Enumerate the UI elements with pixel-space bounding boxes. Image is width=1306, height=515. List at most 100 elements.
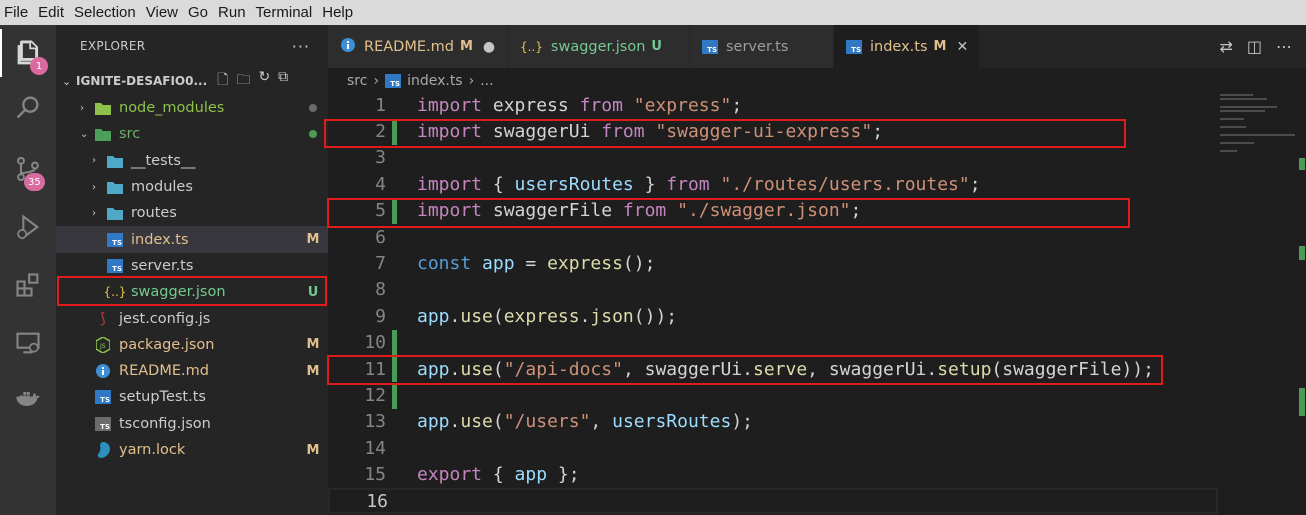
more-actions-icon[interactable]: ⋯	[1276, 37, 1292, 56]
typescript-icon: TS	[846, 39, 862, 54]
tree-item-label: setupTest.ts	[119, 389, 206, 406]
code-line[interactable]: 3	[328, 145, 1218, 171]
json-icon: {..}	[520, 39, 543, 54]
code-line[interactable]: 15 export { app };	[328, 462, 1218, 488]
tree-item-label: README.md	[119, 363, 209, 380]
code-line[interactable]: 13 app.use("/users", usersRoutes);	[328, 409, 1218, 435]
breadcrumb: src › TS index.ts › ...	[328, 68, 494, 94]
code-text: import { usersRoutes } from "./routes/us…	[417, 174, 981, 195]
explorer-icon[interactable]: 1	[0, 29, 56, 77]
tree-item-readme-md[interactable]: README.md M	[56, 358, 328, 384]
scrollbar[interactable]	[1296, 92, 1306, 515]
new-file-icon[interactable]: 🗋	[217, 69, 228, 93]
tree-item-src[interactable]: ⌄ src	[56, 121, 328, 147]
split-editor-icon[interactable]: ◫	[1247, 37, 1262, 56]
remote-explorer-icon[interactable]	[0, 319, 56, 367]
tree-item-label: jest.config.js	[119, 310, 211, 327]
menu-item-go[interactable]: Go	[188, 4, 208, 21]
search-icon[interactable]	[0, 83, 56, 131]
tree-item-modules[interactable]: › modules	[56, 174, 328, 200]
open-changes-icon[interactable]: ⇄	[1219, 37, 1232, 56]
menu-item-selection[interactable]: Selection	[74, 4, 136, 21]
more-actions-icon[interactable]: ···	[292, 37, 310, 56]
tree-item-label: server.ts	[131, 257, 194, 274]
code-token: .	[449, 305, 461, 327]
folder-modules-icon	[106, 179, 124, 195]
tree-item-setuptest-ts[interactable]: TS setupTest.ts	[56, 384, 328, 410]
gutter	[392, 462, 397, 488]
code-line[interactable]: 10	[328, 329, 1218, 356]
line-number: 3	[375, 147, 386, 169]
tree-item-package-json[interactable]: JS package.json M	[56, 332, 328, 358]
code-line[interactable]: 7 const app = express();	[328, 250, 1218, 276]
run-debug-icon[interactable]	[0, 203, 56, 251]
menu-item-file[interactable]: File	[4, 4, 28, 21]
code-token: "./routes/users.routes"	[720, 173, 970, 195]
tree-item-routes[interactable]: › routes	[56, 200, 328, 226]
tab-server-ts[interactable]: TS server.ts	[690, 25, 834, 68]
code-editor[interactable]: 1 import express from "express"; 2 import s…	[328, 92, 1218, 515]
close-icon[interactable]: ✕	[956, 39, 968, 55]
folder-src-icon	[94, 126, 112, 142]
line-number: 16	[366, 490, 388, 512]
tab-label: server.ts	[726, 38, 789, 55]
tree-item-label: node_modules	[119, 100, 225, 117]
highlight-box-line-5	[327, 198, 1130, 228]
new-folder-icon[interactable]: 🗀	[236, 69, 250, 93]
code-token: const	[417, 253, 472, 275]
breadcrumb-tail[interactable]: ...	[480, 73, 493, 89]
code-line[interactable]: 4 import { usersRoutes } from "./routes/u…	[328, 171, 1218, 197]
code-line[interactable]: 1 import express from "express";	[328, 92, 1218, 118]
refresh-icon[interactable]: ↻	[258, 69, 270, 93]
code-line[interactable]: 14	[328, 435, 1218, 461]
menu-item-edit[interactable]: Edit	[38, 4, 64, 21]
breadcrumb-file[interactable]: index.ts	[407, 73, 463, 89]
breadcrumb-folder[interactable]: src	[347, 73, 367, 89]
tree-item-index-ts[interactable]: TS index.ts M	[56, 226, 328, 253]
menu-item-terminal[interactable]: Terminal	[256, 4, 313, 21]
git-status-badge: M	[933, 39, 947, 54]
menu-item-help[interactable]: Help	[322, 4, 353, 21]
git-status-badge: M	[306, 363, 320, 379]
code-token: use	[460, 411, 493, 433]
minimap-line	[1220, 118, 1245, 120]
tree-item-node-modules[interactable]: › node_modules	[56, 95, 328, 121]
code-line[interactable]: 12	[328, 382, 1218, 409]
info-icon	[94, 363, 112, 379]
code-token: );	[731, 411, 754, 433]
workspace-folder[interactable]: ⌄ IGNITE-DESAFIO0... 🗋 🗀 ↻ ⧉	[56, 67, 328, 95]
gutter	[392, 92, 397, 118]
line-number: 1	[375, 94, 386, 116]
folder-tests-icon	[106, 153, 124, 169]
sidebar-header: EXPLORER ···	[56, 25, 328, 67]
typescript-icon: TS	[385, 74, 402, 88]
tree-item-yarn-lock[interactable]: yarn.lock M	[56, 437, 328, 463]
docker-icon[interactable]	[0, 375, 56, 423]
tree-item-tests[interactable]: › __tests__	[56, 148, 328, 174]
unsaved-dot-icon[interactable]: ●	[483, 39, 495, 55]
extensions-icon[interactable]	[0, 261, 56, 309]
tab-swagger-json[interactable]: {..} swagger.json U	[508, 25, 690, 68]
code-line[interactable]: 9 app.use(express.json());	[328, 303, 1218, 329]
tab-index-ts[interactable]: TS index.ts M ✕	[834, 25, 980, 68]
tab-readme-md[interactable]: README.md M ●	[328, 25, 508, 68]
source-control-icon[interactable]: 35	[0, 145, 56, 193]
code-token: .	[579, 305, 591, 327]
minimap[interactable]	[1210, 92, 1296, 515]
code-line[interactable]: 8	[328, 277, 1218, 303]
breadcrumb-separator: ›	[373, 73, 380, 89]
collapse-all-icon[interactable]: ⧉	[278, 69, 288, 93]
code-token: json	[590, 305, 634, 327]
tree-item-tsconfig-json[interactable]: TS tsconfig.json	[56, 411, 328, 437]
breadcrumb-separator: ›	[468, 73, 475, 89]
tree-item-jest-config-js[interactable]: ⟆ jest.config.js	[56, 305, 328, 331]
code-token: usersRoutes	[514, 173, 634, 195]
menu-item-run[interactable]: Run	[218, 4, 246, 21]
menu-item-view[interactable]: View	[146, 4, 178, 21]
minimap-line	[1220, 94, 1253, 96]
code-line[interactable]: 16	[328, 488, 1218, 515]
menu-bar: File Edit Selection View Go Run Terminal Help	[0, 0, 1306, 25]
code-token: (	[492, 411, 504, 433]
line-number: 10	[364, 332, 386, 354]
